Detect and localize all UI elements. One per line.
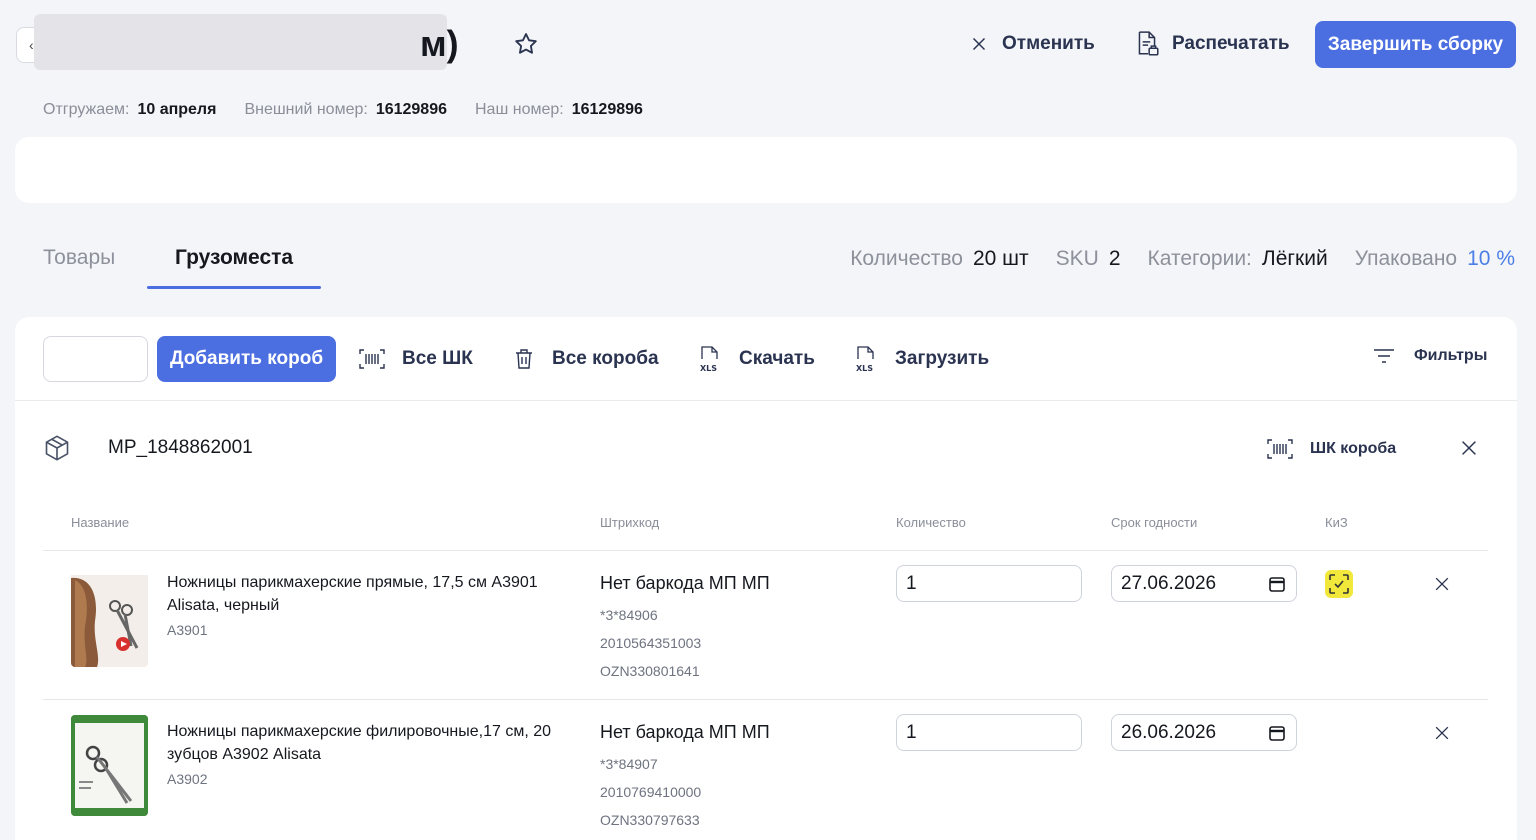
product-name[interactable]: Ножницы парикмахерские филировочные,17 с… [167,720,577,766]
download-label: Скачать [739,348,815,369]
finish-assembly-button[interactable]: Завершить сборку [1315,21,1516,68]
barcode-icon [1267,439,1293,459]
upload-label: Загрузить [895,348,990,369]
box-barcode-button[interactable]: ШК короба [1266,434,1396,464]
star-icon[interactable] [512,30,540,58]
scan-check-icon [1329,574,1349,594]
all-barcodes-button[interactable]: Все ШК [358,344,473,374]
barcode-line: *3*84906 [600,607,658,623]
download-button[interactable]: XLS Скачать [697,344,815,374]
filters-label: Фильтры [1414,347,1488,364]
stat-quantity: Количество 20 шт [850,247,1029,270]
all-boxes-label: Все короба [552,348,659,369]
upload-button[interactable]: XLS Загрузить [853,344,989,374]
order-stats: Количество 20 шт SKU 2 Категории: Лёгкий Уп… [850,247,1515,271]
print-label: Распечатать [1172,33,1290,54]
remove-row-icon[interactable] [1432,574,1452,594]
cancel-button[interactable]: Отменить [968,28,1095,60]
close-icon[interactable] [1458,437,1480,459]
calendar-icon[interactable] [1268,724,1286,742]
filter-icon [1374,349,1394,363]
remove-row-icon[interactable] [1432,723,1452,743]
barcode-main: Нет баркода МП МП [600,722,770,742]
barcode-icon [359,349,385,369]
stat-packed: Упаковано 10 % [1354,247,1515,270]
calendar-icon[interactable] [1268,575,1286,593]
expiry-date-value: 26.06.2026 [1121,721,1217,743]
order-meta: Отгружаем: 10 апреля Внешний номер: 161298… [43,101,643,119]
svg-text:XLS: XLS [700,364,717,373]
product-image[interactable] [71,715,148,816]
info-panel [15,137,1517,203]
product-image[interactable] [71,566,148,667]
expiry-date-input[interactable]: 26.06.2026 [1111,714,1297,751]
quantity-input[interactable]: 1 [896,714,1082,751]
page-title-redacted [34,14,447,70]
column-header-barcode[interactable]: Штрихкод [600,515,659,530]
barcode-line: 2010769410000 [600,784,702,800]
all-boxes-button[interactable]: Все короба [512,344,659,374]
close-icon [972,37,986,51]
print-button[interactable]: Распечатать [1134,28,1290,60]
divider [43,550,1488,551]
barcode-main: Нет баркода МП МП [600,573,770,593]
barcode-line: *3*84907 [600,756,658,772]
stat-categories: Категории: Лёгкий [1147,247,1328,270]
box-input[interactable] [43,336,148,382]
active-tab-indicator [147,286,321,289]
xls-file-icon: XLS [700,346,718,373]
package-box-icon [45,435,69,461]
meta-ship-date: Отгружаем: 10 апреля [43,101,217,118]
barcode-line: OZN330801641 [600,663,700,679]
page-title: м) [420,23,459,64]
trash-icon [516,349,532,369]
cancel-label: Отменить [1002,33,1095,54]
tab-goods[interactable]: Товары [43,246,115,270]
add-box-button[interactable]: Добавить короб [157,336,336,382]
quantity-input[interactable]: 1 [896,565,1082,602]
product-name[interactable]: Ножницы парикмахерские прямые, 17,5 см А… [167,571,577,617]
product-sku: А3901 [167,622,208,638]
print-document-icon [1138,31,1159,56]
barcode-line: OZN330797633 [600,812,700,828]
kiz-badge[interactable] [1325,570,1353,598]
column-header-quantity[interactable]: Количество [896,515,966,530]
filters-button[interactable]: Фильтры [1372,341,1487,371]
column-header-name[interactable]: Название [71,515,129,530]
box-id: MP_1848862001 [108,437,253,458]
meta-external-number: Внешний номер: 16129896 [244,101,447,118]
stat-sku: SKU 2 [1055,247,1121,270]
column-header-expiry[interactable]: Срок годности [1111,515,1197,530]
tab-cargo-places[interactable]: Грузоместа [175,246,293,270]
column-header-kiz[interactable]: КиЗ [1325,515,1348,530]
expiry-date-input[interactable]: 27.06.2026 [1111,565,1297,602]
svg-text:XLS: XLS [856,364,873,373]
chevron-left-icon: ‹ [29,37,34,53]
divider [15,400,1517,401]
meta-our-number: Наш номер: 16129896 [475,101,643,118]
divider [43,699,1488,700]
xls-file-icon: XLS [856,346,874,373]
expiry-date-value: 27.06.2026 [1121,572,1217,594]
box-barcode-label: ШК короба [1310,440,1397,457]
product-sku: А3902 [167,771,208,787]
barcode-line: 2010564351003 [600,635,702,651]
all-barcodes-label: Все ШК [402,348,473,369]
